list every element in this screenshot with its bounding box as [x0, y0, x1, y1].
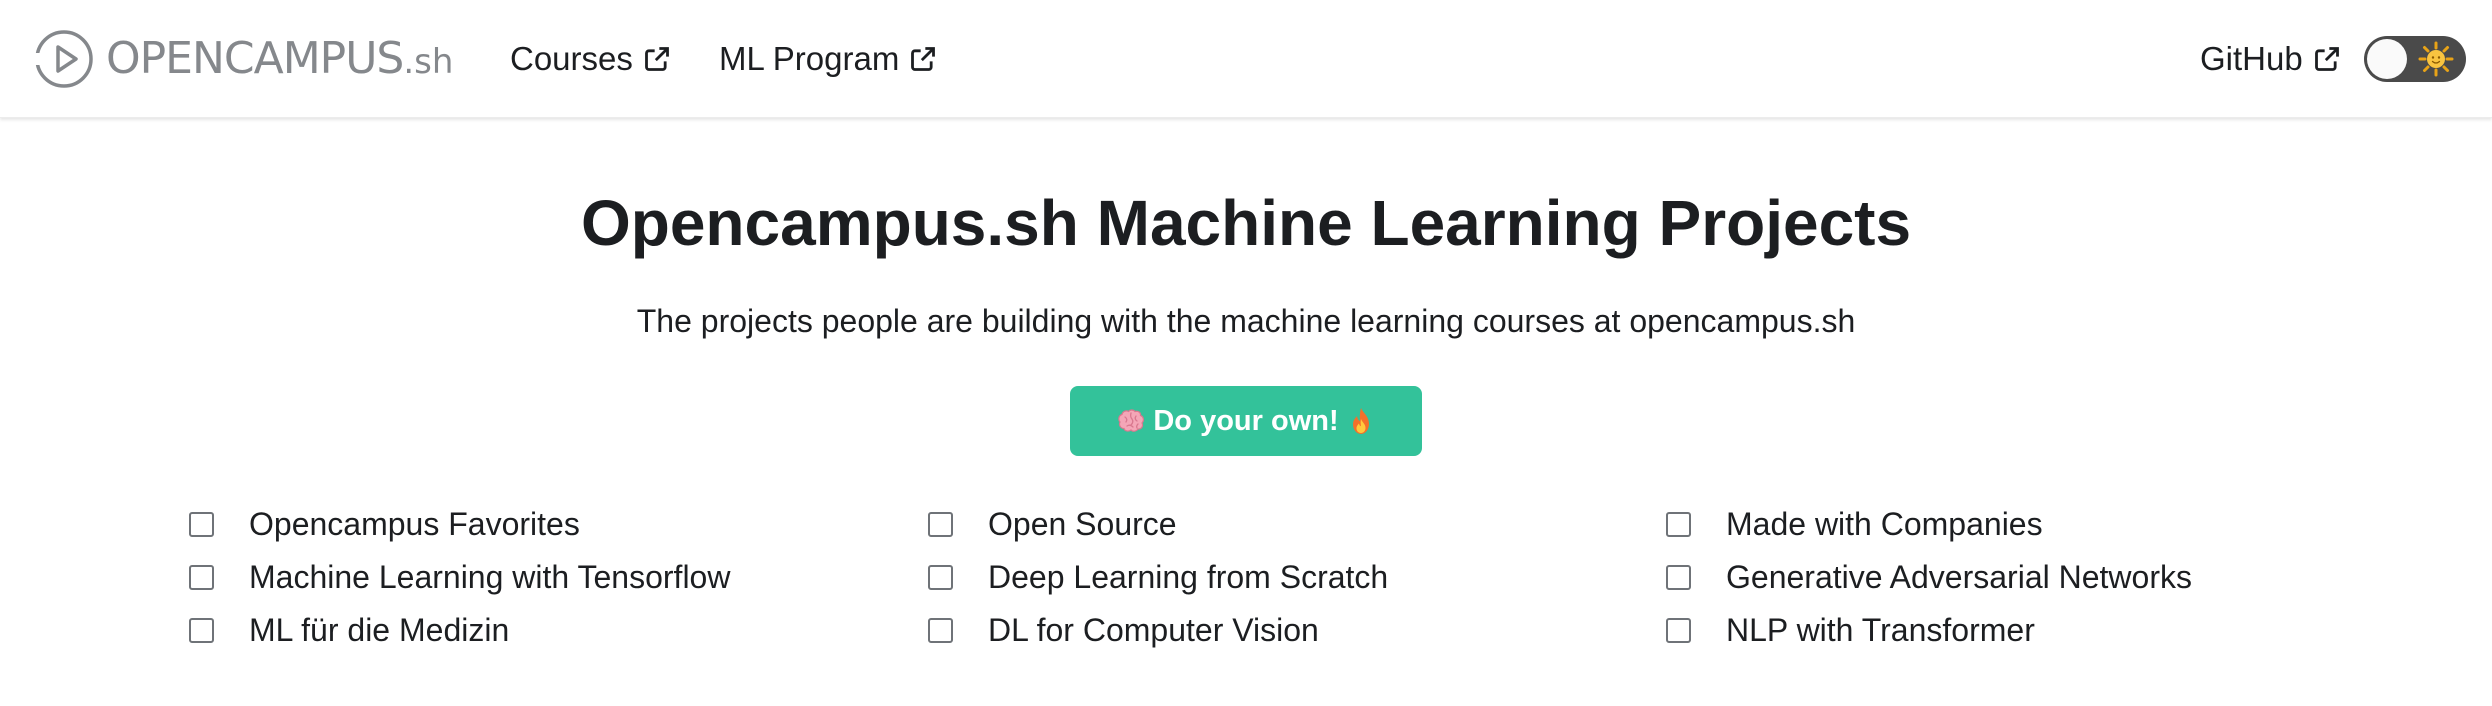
- nav-link-ml-program-label: ML Program: [719, 40, 900, 77]
- filter-dl-computer-vision[interactable]: DL for Computer Vision: [928, 605, 1319, 655]
- external-link-icon: [644, 47, 669, 71]
- external-link-icon: [911, 47, 936, 71]
- play-logo-icon: [34, 30, 93, 88]
- filter-label: DL for Computer Vision: [988, 611, 1319, 648]
- nav-link-github-label: GitHub: [2200, 40, 2303, 77]
- filter-deep-learning-scratch[interactable]: Deep Learning from Scratch: [928, 552, 1388, 602]
- filter-checkbox[interactable]: [928, 511, 953, 537]
- external-link-icon: [2314, 47, 2339, 71]
- filter-checkbox[interactable]: [189, 564, 214, 590]
- filter-label: NLP with Transformer: [1726, 611, 2035, 648]
- filter-label: Open Source: [988, 505, 1177, 542]
- page-title: Opencampus.sh Machine Learning Projects: [580, 187, 1912, 259]
- filter-checkbox[interactable]: [189, 511, 214, 537]
- brand-suffix: .sh: [403, 42, 454, 82]
- do-your-own-label: Do your own!: [1153, 404, 1339, 437]
- nav-link-courses[interactable]: Courses: [510, 36, 671, 82]
- nav-link-ml-program[interactable]: ML Program: [719, 36, 937, 82]
- brand-link[interactable]: OPENCAMPUS .sh: [34, 27, 453, 91]
- filter-checkbox[interactable]: [928, 617, 953, 643]
- toggle-knob: [2367, 39, 2407, 79]
- navbar: OPENCAMPUS .sh Courses ML Program GitHub: [0, 0, 2492, 118]
- filter-label: Machine Learning with Tensorflow: [249, 558, 731, 595]
- sun-icon: [2418, 41, 2454, 77]
- filter-ml-tensorflow[interactable]: Machine Learning with Tensorflow: [189, 552, 730, 602]
- filter-opencampus-favorites[interactable]: Opencampus Favorites: [189, 499, 580, 549]
- filter-checkbox[interactable]: [1666, 564, 1691, 590]
- brain-icon: [1118, 409, 1145, 432]
- filter-label: Generative Adversarial Networks: [1726, 558, 2192, 595]
- filter-checkbox[interactable]: [1666, 511, 1691, 537]
- filter-checkbox[interactable]: [1666, 617, 1691, 643]
- filter-label: Made with Companies: [1726, 505, 2043, 542]
- theme-toggle[interactable]: [2364, 36, 2466, 82]
- filter-made-with-companies[interactable]: Made with Companies: [1666, 499, 2043, 549]
- filter-label: Deep Learning from Scratch: [988, 558, 1389, 595]
- brand-name: OPENCAMPUS: [106, 33, 404, 84]
- fire-icon: [1352, 408, 1369, 434]
- filter-label: ML für die Medizin: [249, 611, 510, 648]
- filter-gan[interactable]: Generative Adversarial Networks: [1666, 552, 2192, 602]
- filter-nlp-transformer[interactable]: NLP with Transformer: [1666, 605, 2035, 655]
- do-your-own-button[interactable]: Do your own!: [1070, 386, 1422, 456]
- nav-link-courses-label: Courses: [510, 40, 633, 77]
- nav-link-github[interactable]: GitHub: [2200, 36, 2341, 82]
- filter-label: Opencampus Favorites: [249, 505, 580, 542]
- filter-checkbox[interactable]: [189, 617, 214, 643]
- filter-open-source[interactable]: Open Source: [928, 499, 1177, 549]
- brand-wordmark: OPENCAMPUS .sh: [106, 37, 453, 81]
- filter-checkbox[interactable]: [928, 564, 953, 590]
- filter-ml-medizin[interactable]: ML für die Medizin: [189, 605, 509, 655]
- page-subtitle: The projects people are building with th…: [636, 303, 1856, 339]
